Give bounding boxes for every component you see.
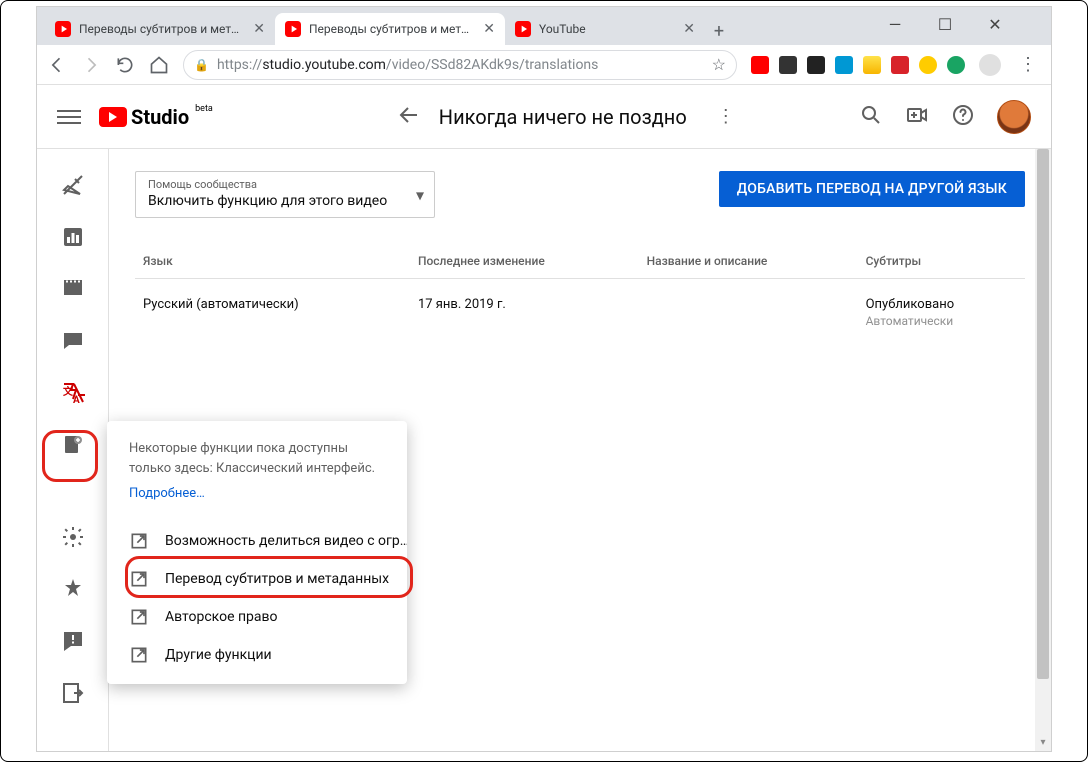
sidebar-item-other[interactable] — [37, 421, 109, 469]
new-tab-button[interactable]: + — [705, 17, 733, 45]
extension-icons — [751, 56, 965, 74]
window-controls: — ☐ ✕ — [887, 15, 1003, 34]
tab-close-icon[interactable]: ✕ — [483, 21, 495, 37]
browser-tab[interactable]: YouTube ✕ — [505, 13, 705, 45]
window-minimize-icon[interactable]: — — [887, 15, 903, 34]
sidebar-item-translations[interactable]: 文A — [37, 369, 109, 417]
extension-icon[interactable] — [891, 56, 909, 74]
chevron-down-icon: ▾ — [416, 185, 424, 204]
col-title-desc: Название и описание — [639, 244, 858, 279]
flyout-item-label: Перевод субтитров и метаданных — [165, 571, 389, 587]
tab-close-icon[interactable]: ✕ — [683, 21, 695, 37]
tab-close-icon[interactable]: ✕ — [253, 21, 265, 37]
create-video-icon[interactable] — [905, 103, 929, 131]
extension-icon[interactable] — [751, 56, 769, 74]
lock-icon: 🔒 — [194, 58, 209, 72]
browser-tab[interactable]: Переводы субтитров и метадан… ✕ — [275, 13, 505, 45]
svg-text:A: A — [73, 395, 80, 405]
studio-logo[interactable]: Studio beta — [99, 105, 211, 129]
profile-avatar-icon[interactable] — [979, 54, 1001, 76]
nav-back-icon[interactable] — [47, 55, 67, 75]
sidebar-item-whatsnew[interactable] — [37, 565, 109, 613]
app-body: 文A — [37, 149, 1051, 751]
community-help-dropdown[interactable]: Помощь сообщества Включить функцию для э… — [135, 171, 435, 218]
nav-home-icon[interactable] — [149, 55, 169, 75]
cell-subtitles: Опубликовано Автоматически — [858, 279, 1025, 335]
flyout-item-label: Другие функции — [165, 647, 272, 663]
tab-title: YouTube — [539, 22, 669, 36]
flyout-item-label: Возможность делиться видео с огр… — [165, 533, 407, 549]
tab-title: Переводы субтитров и метадан… — [309, 22, 469, 36]
window-maximize-icon[interactable]: ☐ — [937, 15, 953, 34]
flyout-item-copyright[interactable]: Авторское право — [107, 598, 407, 636]
sidebar-item-comments[interactable] — [37, 317, 109, 365]
logo-text: Studio — [131, 105, 189, 129]
cell-title-desc — [639, 279, 858, 335]
nav-reload-icon[interactable] — [115, 55, 135, 75]
flyout-description: Некоторые функции пока доступны только з… — [107, 439, 407, 504]
classic-features-flyout: Некоторые функции пока доступны только з… — [107, 421, 407, 684]
more-vert-icon[interactable]: ⋮ — [717, 106, 735, 127]
dropdown-label: Помощь сообщества — [148, 178, 406, 191]
back-arrow-icon[interactable] — [397, 103, 421, 131]
extension-icon[interactable] — [947, 56, 965, 74]
scroll-down-icon[interactable]: ▾ — [1035, 735, 1051, 751]
bookmark-star-icon[interactable]: ☆ — [712, 55, 726, 74]
sidebar-item-feedback[interactable] — [37, 617, 109, 665]
address-bar[interactable]: 🔒 https://studio.youtube.com/video/SSd82… — [183, 50, 737, 80]
flyout-item-sharing[interactable]: Возможность делиться видео с огр… — [107, 522, 407, 560]
page-title: Никогда ничего не поздно — [439, 105, 687, 129]
extension-icon[interactable] — [835, 56, 853, 74]
browser-menu-icon[interactable]: ⋮ — [1015, 54, 1041, 75]
sidebar-item-analytics[interactable] — [37, 213, 109, 261]
flyout-item-other[interactable]: Другие функции — [107, 636, 407, 674]
app-root: Studio beta Никогда ничего не поздно ⋮ — [37, 85, 1051, 751]
extension-icon[interactable] — [807, 56, 825, 74]
app-header: Studio beta Никогда ничего не поздно ⋮ — [37, 85, 1051, 149]
sidebar-item-details[interactable] — [37, 161, 109, 209]
flyout-item-translations[interactable]: Перевод субтитров и метаданных — [107, 560, 407, 598]
youtube-icon — [285, 21, 301, 37]
youtube-icon — [55, 21, 71, 37]
extension-icon[interactable] — [919, 56, 937, 74]
cell-language: Русский (автоматически) — [135, 279, 410, 335]
translations-table: Язык Последнее изменение Название и опис… — [135, 244, 1025, 334]
youtube-icon — [515, 21, 531, 37]
flyout-learn-more-link[interactable]: Подробнее… — [129, 484, 385, 504]
extension-icon[interactable] — [863, 56, 881, 74]
url-text: https://studio.youtube.com/video/SSd82AK… — [217, 57, 704, 73]
cell-modified: 17 янв. 2019 г. — [410, 279, 639, 335]
col-language: Язык — [135, 244, 410, 279]
table-row[interactable]: Русский (автоматически) 17 янв. 2019 г. … — [135, 279, 1025, 335]
sidebar-item-editor[interactable] — [37, 265, 109, 313]
scroll-thumb[interactable] — [1037, 149, 1049, 679]
flyout-item-label: Авторское право — [165, 609, 278, 625]
col-modified: Последнее изменение — [410, 244, 639, 279]
logo-beta: beta — [195, 104, 213, 114]
search-icon[interactable] — [859, 103, 883, 131]
sidebar-item-settings[interactable] — [37, 513, 109, 561]
sidebar-item-classic[interactable] — [37, 669, 109, 717]
dropdown-value: Включить функцию для этого видео — [148, 193, 406, 209]
browser-tab[interactable]: Переводы субтитров и метадан… ✕ — [45, 13, 275, 45]
add-translation-button[interactable]: ДОБАВИТЬ ПЕРЕВОД НА ДРУГОЙ ЯЗЫК — [719, 171, 1025, 207]
browser-toolbar: 🔒 https://studio.youtube.com/video/SSd82… — [37, 45, 1051, 85]
window-close-icon[interactable]: ✕ — [987, 15, 1003, 34]
help-icon[interactable] — [951, 103, 975, 131]
user-avatar[interactable] — [997, 100, 1031, 134]
extension-icon[interactable] — [779, 56, 797, 74]
hamburger-menu-icon[interactable] — [57, 110, 81, 124]
nav-forward-icon[interactable] — [81, 55, 101, 75]
youtube-play-icon — [99, 107, 127, 127]
sidebar: 文A — [37, 149, 109, 751]
vertical-scrollbar[interactable]: ▴ ▾ — [1035, 149, 1051, 751]
browser-window: — ☐ ✕ Переводы субтитров и метадан… ✕ Пе… — [36, 6, 1052, 752]
tab-title: Переводы субтитров и метадан… — [79, 22, 239, 36]
col-subtitles: Субтитры — [858, 244, 1025, 279]
